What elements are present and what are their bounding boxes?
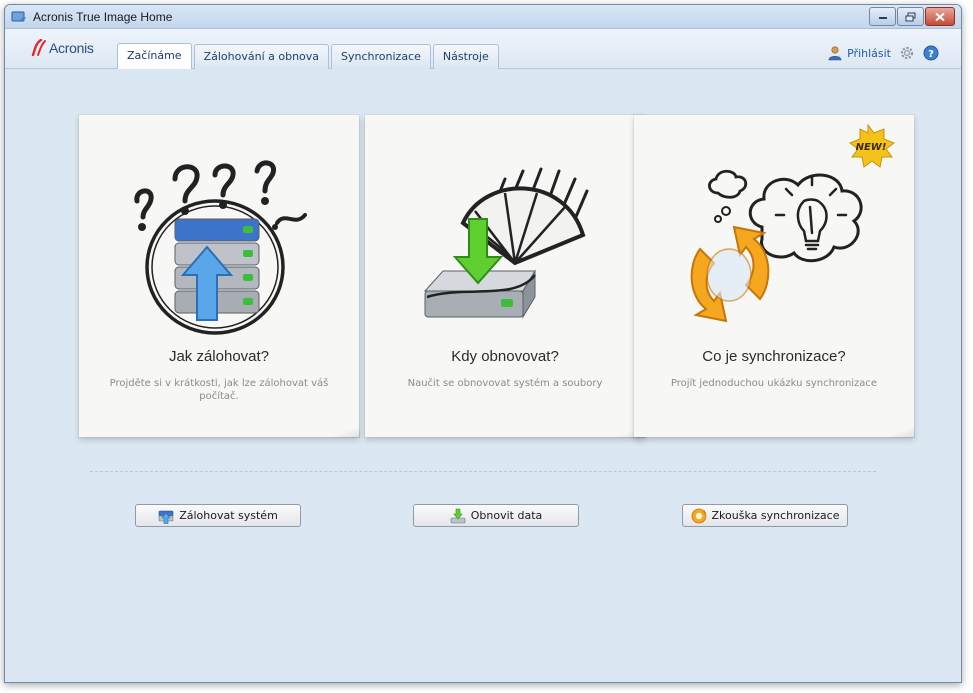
- help-icon[interactable]: ?: [923, 45, 939, 61]
- title-bar[interactable]: Acronis True Image Home: [5, 5, 961, 29]
- sync-trial-button[interactable]: Zkouška synchronizace: [682, 504, 848, 527]
- card-description: Naučit se obnovovat systém a soubory: [407, 378, 603, 389]
- user-icon: [828, 46, 842, 61]
- acronis-logo-mark-icon: [31, 39, 46, 57]
- tab-synchronizace[interactable]: Synchronizace: [331, 44, 431, 69]
- gear-icon[interactable]: [899, 45, 915, 61]
- card-how-to-backup[interactable]: Jak zálohovat? Projděte si v krátkosti, …: [79, 115, 360, 438]
- maximize-button[interactable]: [897, 7, 924, 26]
- tab-zalohovani-a-obnova[interactable]: Zálohování a obnova: [193, 44, 330, 69]
- svg-text:?: ?: [928, 49, 934, 60]
- app-icon: [11, 11, 26, 22]
- window-title: Acronis True Image Home: [33, 10, 173, 24]
- card-description: Projděte si v krátkosti, jak lze zálohov…: [109, 378, 329, 402]
- start-page: Jak zálohovat? Projděte si v krátkosti, …: [5, 70, 961, 682]
- sync-lightbulb-illustration-icon: NEW!: [690, 123, 896, 323]
- logo-text: Acronis: [49, 40, 94, 56]
- backup-system-button[interactable]: Zálohovat systém: [135, 504, 301, 527]
- sync-icon: [691, 508, 706, 523]
- button-label: Zálohovat systém: [179, 509, 278, 522]
- card-when-to-restore[interactable]: Kdy obnovovat? Naučit se obnovovat systé…: [365, 115, 646, 438]
- new-badge-icon: NEW!: [848, 123, 896, 168]
- close-icon: [935, 12, 945, 21]
- login-label: Přihlásit: [847, 46, 891, 60]
- card-description: Projít jednoduchou ukázku synchronizace: [670, 378, 878, 389]
- restore-icon: [450, 508, 466, 523]
- new-badge-label: NEW!: [856, 142, 887, 153]
- card-what-is-sync[interactable]: NEW! Co je synchronizace? Projít jednodu…: [634, 115, 915, 438]
- backup-question-illustration-icon: [134, 160, 307, 335]
- minimize-icon: [878, 16, 887, 19]
- main-tabs: Začínáme Zálohování a obnova Synchroniza…: [117, 43, 499, 69]
- card-title: Jak zálohovat?: [168, 348, 270, 365]
- restore-window-icon: [905, 12, 915, 21]
- header-tools: Přihlásit ?: [827, 45, 939, 61]
- restore-umbrella-illustration-icon: [423, 167, 589, 319]
- button-label: Zkouška synchronizace: [711, 509, 840, 522]
- tab-nastroje[interactable]: Nástroje: [432, 44, 499, 69]
- tab-zaciname[interactable]: Začínáme: [117, 43, 192, 69]
- window-controls: [869, 7, 955, 26]
- acronis-logo: Acronis: [31, 39, 94, 57]
- button-label: Obnovit data: [470, 509, 543, 522]
- login-link[interactable]: Přihlásit: [827, 45, 891, 61]
- backup-icon: [158, 510, 174, 524]
- close-button[interactable]: [925, 7, 955, 26]
- minimize-button[interactable]: [869, 7, 896, 26]
- main-toolbar: Acronis Začínáme Zálohování a obnova Syn…: [5, 29, 961, 69]
- section-divider: [90, 471, 876, 472]
- card-title: Kdy obnovovat?: [451, 348, 559, 365]
- card-title: Co je synchronizace?: [702, 348, 846, 365]
- restore-data-button[interactable]: Obnovit data: [413, 504, 579, 527]
- app-window: Acronis True Image Home Acronis Začínáme…: [4, 4, 962, 683]
